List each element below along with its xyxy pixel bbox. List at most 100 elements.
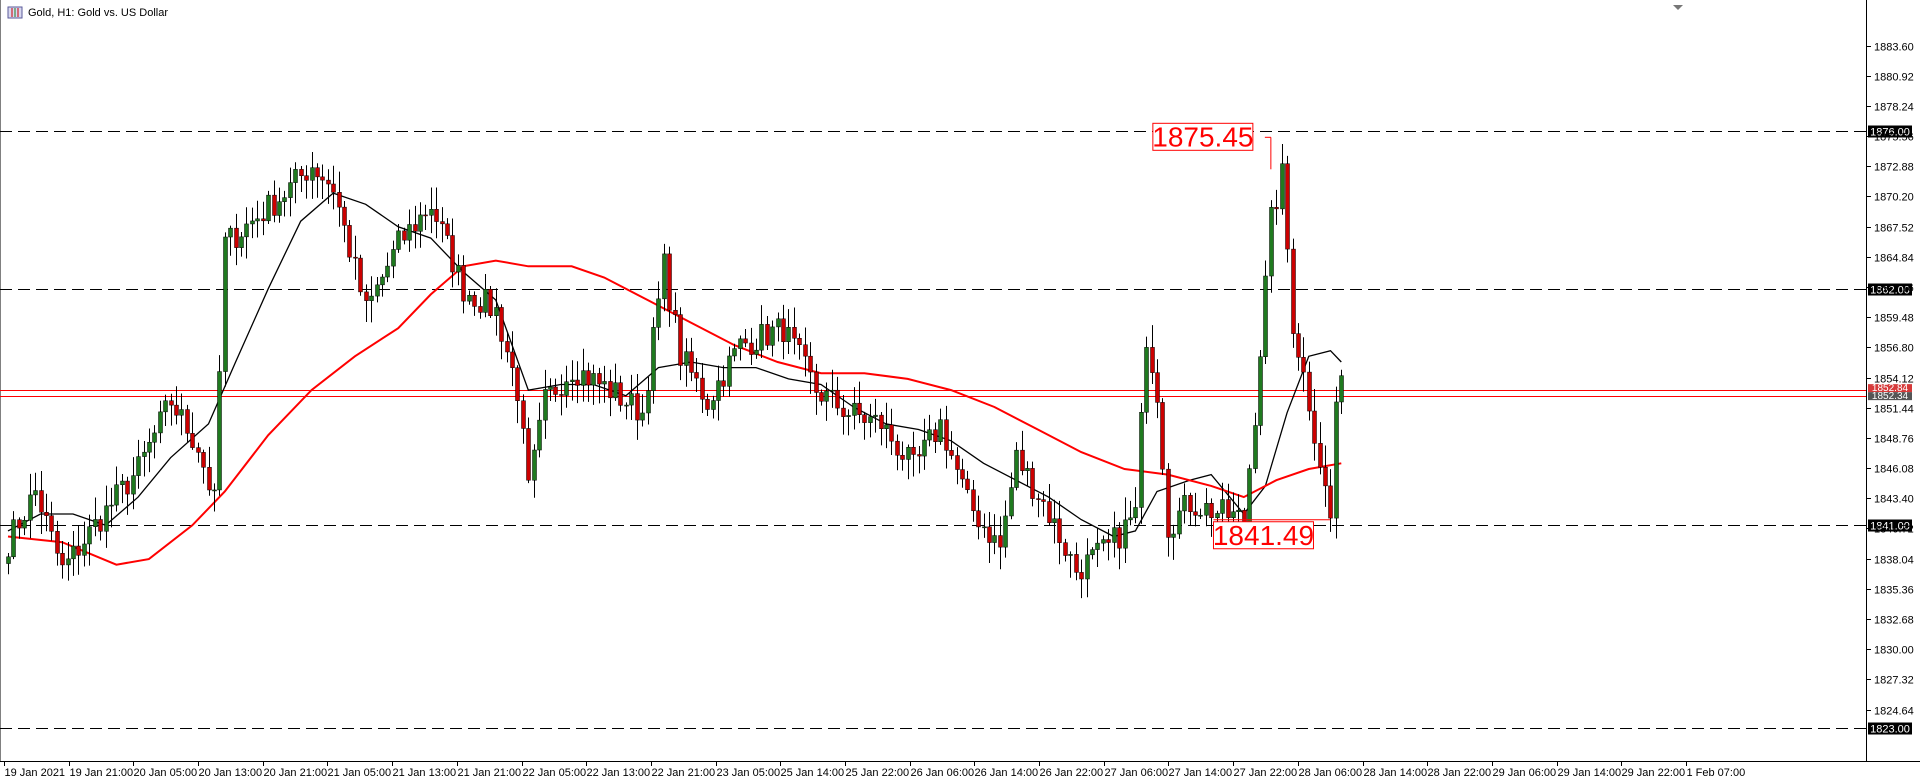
candle-body [689, 351, 694, 373]
candle [510, 331, 515, 387]
candle-body [1258, 356, 1263, 426]
candle [1014, 442, 1019, 491]
candle-body [104, 505, 109, 532]
candle-body [1220, 499, 1225, 514]
candle-body [835, 389, 840, 409]
candle-body [575, 379, 580, 386]
candle [1198, 508, 1203, 519]
candle [797, 333, 802, 360]
candle [461, 255, 466, 314]
candle [1020, 430, 1025, 476]
candle [1263, 260, 1268, 364]
candle-body [1139, 412, 1144, 508]
y-tick-label: 1870.20 [1874, 192, 1914, 204]
candle-body [857, 402, 862, 415]
candle [705, 393, 710, 416]
candle [678, 307, 683, 381]
candle-body [841, 407, 846, 417]
candle [906, 444, 911, 480]
candle [1269, 200, 1274, 293]
candle-body [505, 341, 510, 353]
candle [1328, 469, 1333, 532]
candle [445, 218, 450, 240]
candle-body [911, 446, 916, 455]
candle [1291, 238, 1296, 348]
candle-body [824, 390, 829, 402]
candle-body [906, 446, 911, 460]
candle-body [895, 440, 900, 456]
candle-body [6, 556, 11, 564]
candle [488, 285, 493, 319]
candle [244, 207, 249, 259]
candle [217, 355, 222, 496]
y-tick-label: 1835.36 [1874, 585, 1914, 597]
candle [385, 252, 390, 283]
candle-body [510, 351, 515, 368]
candle-body [82, 543, 87, 556]
candle [889, 408, 894, 455]
candle-body [147, 441, 152, 453]
candle-body [1177, 510, 1182, 535]
candle [223, 232, 228, 387]
candle-body [678, 314, 683, 366]
candle-body [1128, 517, 1133, 521]
candle-body [537, 419, 542, 451]
candle [152, 425, 157, 459]
price-chart[interactable]: Gold, H1: Gold vs. US Dollar 1876.001862… [0, 0, 1920, 783]
x-tick-label: 22 Jan 21:00 [652, 767, 716, 779]
candle-body [711, 400, 716, 410]
candle [1280, 143, 1285, 215]
candle [1123, 497, 1128, 563]
candle-body [933, 429, 938, 442]
candle [1182, 483, 1187, 524]
candle-body [1274, 207, 1279, 210]
candle [537, 402, 542, 458]
candle-body [76, 545, 81, 556]
candle-body [1296, 333, 1301, 358]
candle-body [814, 371, 819, 393]
candle-body [55, 531, 60, 554]
candle-body [1106, 539, 1111, 543]
candle [163, 394, 168, 427]
candle [911, 431, 916, 477]
candle-body [434, 209, 439, 222]
candle [976, 495, 981, 540]
candle-body [413, 224, 418, 232]
candle-body [239, 236, 244, 248]
candle [190, 412, 195, 450]
candle [55, 520, 60, 566]
candle [174, 386, 179, 425]
candle-body [1280, 163, 1285, 210]
candle [429, 187, 434, 234]
candle-body [1101, 539, 1106, 544]
y-tick-label: 1867.52 [1874, 223, 1914, 235]
candle-body [60, 553, 65, 566]
candle [684, 338, 689, 387]
candle-body [250, 220, 255, 225]
x-tick-label: 23 Jan 05:00 [717, 767, 781, 779]
candle-body [461, 265, 466, 302]
candle [819, 389, 824, 406]
chevron-down-icon[interactable] [1673, 5, 1683, 10]
candle [369, 276, 374, 323]
y-tick-label: 1864.84 [1874, 253, 1914, 265]
candle [33, 472, 38, 507]
candle [347, 219, 352, 262]
candle-body [889, 424, 894, 442]
candle-body [190, 433, 195, 448]
candle-body [358, 257, 363, 293]
candle-body [987, 526, 992, 543]
candle [1095, 528, 1100, 568]
candle-body [282, 197, 287, 202]
candle-body [998, 535, 1003, 548]
candle [1155, 359, 1160, 419]
y-tick-label: 1840.72 [1874, 524, 1914, 536]
candle-body [1160, 402, 1165, 470]
candle [629, 374, 634, 421]
candle [776, 312, 781, 342]
annotation-label: 1841.49 [1213, 520, 1314, 551]
candle [288, 167, 293, 217]
candle [114, 466, 119, 512]
annotation-label: 1875.45 [1152, 121, 1253, 152]
candle-body [597, 373, 602, 385]
